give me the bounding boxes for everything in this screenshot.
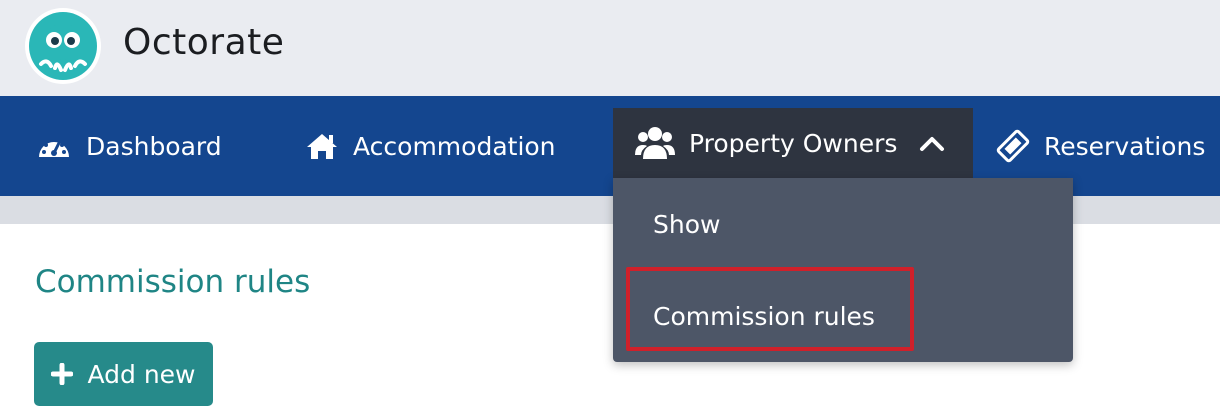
plus-icon <box>51 363 74 385</box>
nav-label: Reservations <box>1044 131 1206 161</box>
nav-item-accommodation[interactable]: Accommodation <box>305 96 556 196</box>
nav-item-property-owners[interactable]: Property Owners <box>613 108 974 178</box>
highlight-box <box>626 267 914 351</box>
nav-label: Dashboard <box>86 131 222 161</box>
app-header: Octorate <box>0 0 1220 96</box>
octopus-logo-icon[interactable] <box>25 8 101 84</box>
dashboard-gauge-icon <box>36 131 72 161</box>
home-icon <box>305 132 339 160</box>
ticket-icon <box>996 129 1030 163</box>
add-new-label: Add new <box>87 359 196 389</box>
nav-label: Property Owners <box>689 128 898 158</box>
nav-label: Accommodation <box>353 131 556 161</box>
brand-name: Octorate <box>123 22 285 63</box>
chevron-up-icon[interactable] <box>919 134 945 152</box>
users-icon <box>635 125 675 161</box>
page-title: Commission rules <box>35 264 311 300</box>
dropdown-item-show[interactable]: Show <box>653 210 720 239</box>
add-new-button[interactable]: Add new <box>34 342 213 406</box>
nav-item-dashboard[interactable]: Dashboard <box>36 96 222 196</box>
